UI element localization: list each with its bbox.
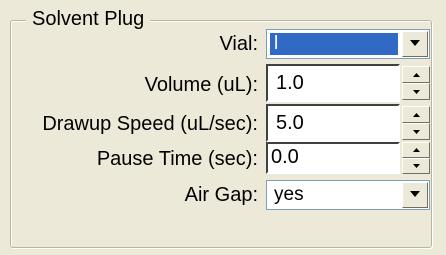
chevron-down-icon xyxy=(410,40,420,46)
volume-spinner[interactable] xyxy=(402,66,430,100)
air-gap-value: yes xyxy=(274,184,304,205)
group-title: Solvent Plug xyxy=(26,6,151,32)
air-gap-label: Air Gap: xyxy=(184,184,258,206)
drawup-speed-spinner[interactable] xyxy=(402,106,430,140)
volume-value: 1.0 xyxy=(276,72,304,94)
volume-spin-down[interactable] xyxy=(402,83,430,100)
drawup-speed-value: 5.0 xyxy=(276,112,304,134)
volume-spin-up[interactable] xyxy=(402,66,430,83)
volume-field[interactable]: 1.0 xyxy=(266,64,400,102)
pause-time-spinner[interactable] xyxy=(402,142,430,174)
drawup-speed-field[interactable]: 5.0 xyxy=(266,104,400,142)
arrow-up-icon xyxy=(413,148,420,152)
drawup-speed-spin-down[interactable] xyxy=(402,123,430,140)
arrow-down-icon xyxy=(413,164,420,168)
vial-value: l xyxy=(270,33,398,55)
arrow-down-icon xyxy=(413,130,420,134)
arrow-up-icon xyxy=(413,73,420,77)
air-gap-dropdown-button[interactable] xyxy=(402,182,428,208)
vial-combo[interactable]: l xyxy=(266,29,430,59)
pause-time-label: Pause Time (sec): xyxy=(96,148,258,170)
arrow-down-icon xyxy=(413,90,420,94)
volume-label: Volume (uL): xyxy=(144,74,258,96)
pause-time-field[interactable]: 0.0 xyxy=(266,142,400,174)
chevron-down-icon xyxy=(410,191,420,197)
solvent-plug-panel: Solvent Plug Vial: l Volume (uL): 1.0 Dr… xyxy=(0,0,446,255)
pause-time-spin-down[interactable] xyxy=(402,158,430,174)
vial-dropdown-button[interactable] xyxy=(402,31,428,57)
drawup-speed-label: Drawup Speed (uL/sec): xyxy=(42,113,258,135)
pause-time-spin-up[interactable] xyxy=(402,142,430,158)
air-gap-combo[interactable]: yes xyxy=(266,180,430,210)
drawup-speed-spin-up[interactable] xyxy=(402,106,430,123)
arrow-up-icon xyxy=(413,113,420,117)
pause-time-value: 0.0 xyxy=(271,146,299,168)
vial-label: Vial: xyxy=(219,33,258,55)
